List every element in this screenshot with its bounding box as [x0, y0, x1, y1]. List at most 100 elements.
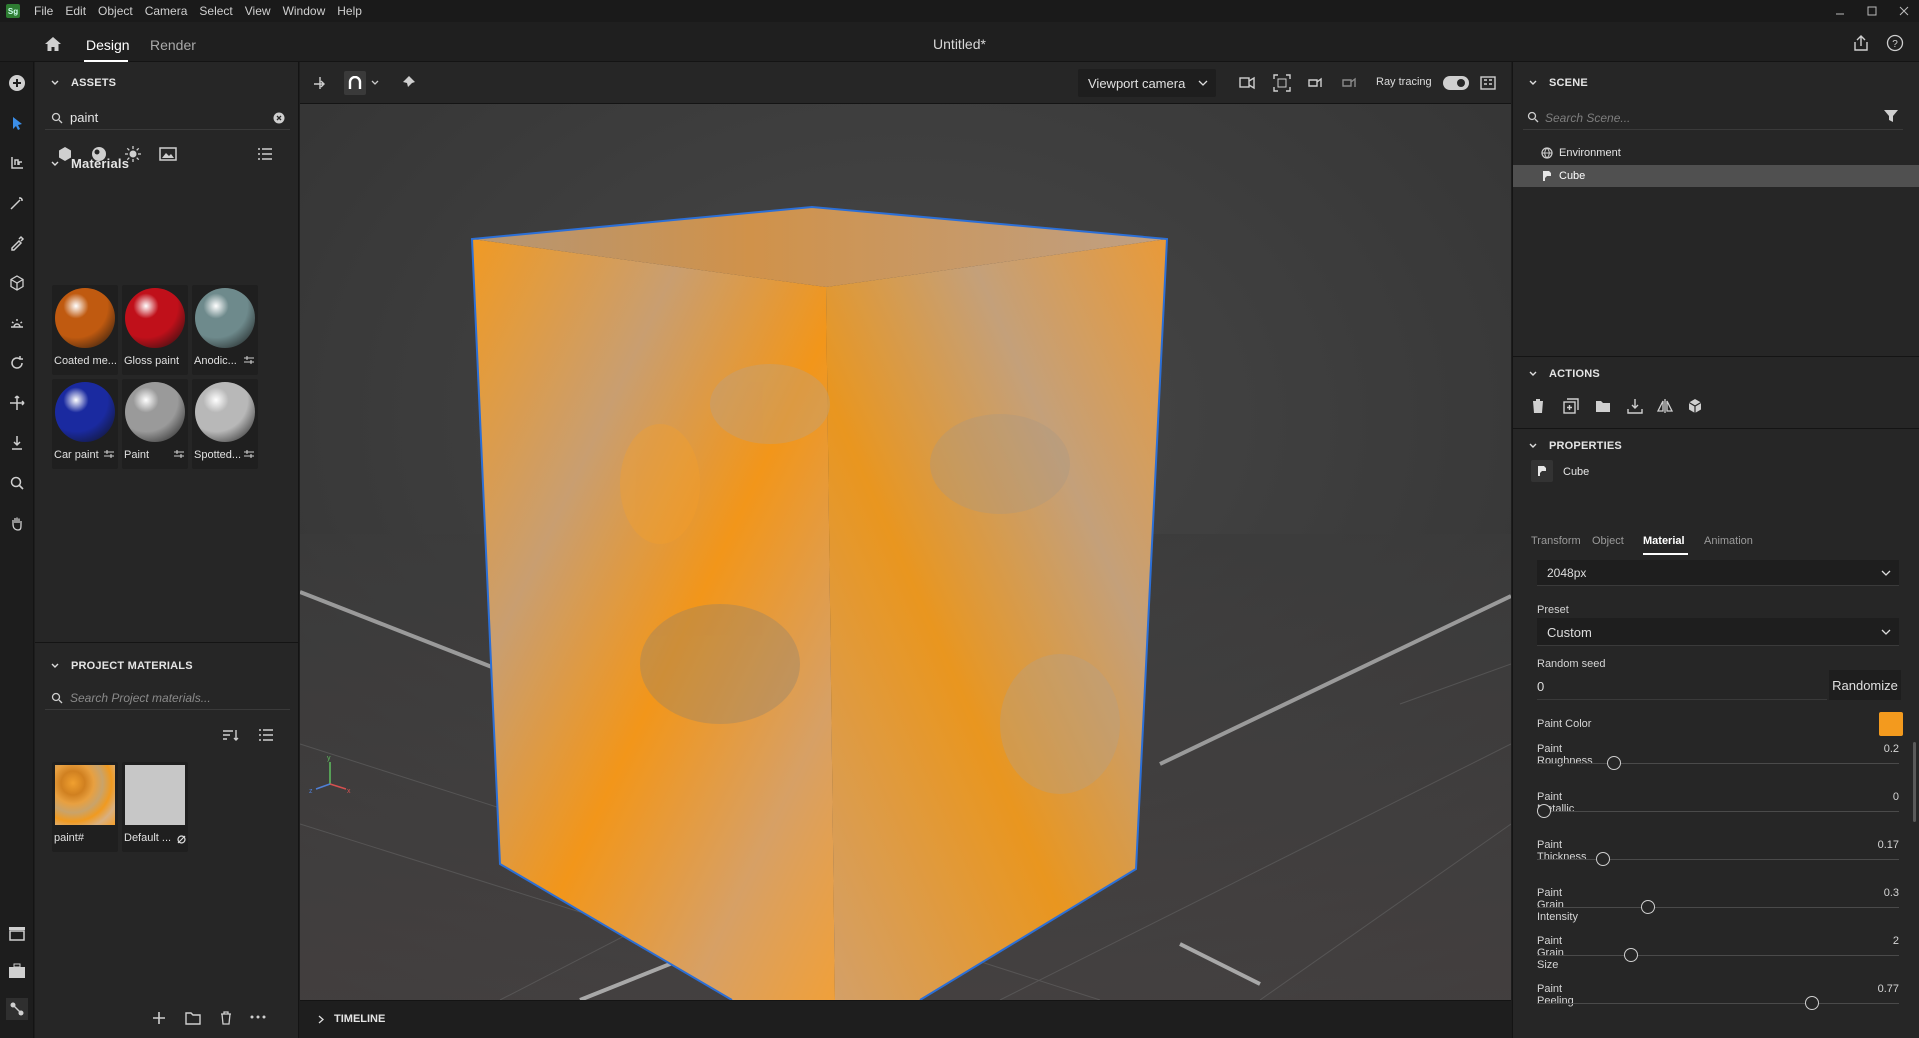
- mirror-icon[interactable]: [1657, 398, 1673, 414]
- slider-knob[interactable]: [1804, 996, 1819, 1010]
- menu-camera[interactable]: Camera: [139, 0, 194, 22]
- material-card[interactable]: Gloss paint: [122, 285, 188, 375]
- slider-value[interactable]: 2: [1859, 935, 1899, 947]
- scene-item-cube[interactable]: Cube: [1513, 165, 1919, 187]
- camera-select[interactable]: Viewport camera: [1078, 69, 1216, 97]
- drop-tool[interactable]: [6, 432, 28, 454]
- tab-object[interactable]: Object: [1592, 535, 1624, 547]
- material-card[interactable]: Spotted...: [192, 379, 258, 469]
- chevron-down-icon[interactable]: [1529, 442, 1537, 450]
- slider-track[interactable]: [1537, 1003, 1899, 1004]
- light-tool[interactable]: [6, 312, 28, 334]
- project-search-placeholder[interactable]: Search Project materials...: [70, 691, 211, 705]
- assets-search[interactable]: paint: [45, 106, 290, 130]
- slider-track[interactable]: [1537, 859, 1899, 860]
- rotate-tool[interactable]: [6, 352, 28, 374]
- slider-knob[interactable]: [1596, 852, 1611, 866]
- clear-search-icon[interactable]: [273, 112, 285, 124]
- material-card[interactable]: Paint: [122, 379, 188, 469]
- menu-edit[interactable]: Edit: [59, 0, 92, 22]
- eyedropper-tool[interactable]: [6, 232, 28, 254]
- export-icon[interactable]: [1627, 398, 1643, 414]
- scene-item-environment[interactable]: Environment: [1513, 142, 1919, 164]
- slider-value[interactable]: 0.3: [1859, 887, 1899, 899]
- project-materials-search[interactable]: Search Project materials...: [45, 686, 290, 710]
- camera-reset-icon[interactable]: [1340, 74, 1358, 92]
- slider-value[interactable]: 0.2: [1859, 743, 1899, 755]
- paint-color-swatch[interactable]: [1879, 712, 1903, 736]
- slider-track[interactable]: [1537, 907, 1899, 908]
- move-tool[interactable]: [6, 392, 28, 414]
- tab-transform[interactable]: Transform: [1531, 535, 1581, 547]
- slider-track[interactable]: [1537, 763, 1899, 764]
- filter-icon[interactable]: [1883, 108, 1899, 124]
- graph-tool[interactable]: [6, 998, 28, 1020]
- pin-icon[interactable]: [400, 75, 416, 91]
- materials-chevron-icon[interactable]: [51, 160, 59, 168]
- assets-search-input[interactable]: paint: [70, 110, 98, 125]
- properties-scrollbar[interactable]: [1913, 742, 1916, 822]
- slider-value[interactable]: 0.17: [1859, 839, 1899, 851]
- chevron-down-icon[interactable]: [1529, 79, 1537, 87]
- add-tool[interactable]: [6, 72, 28, 94]
- scene-search[interactable]: Search Scene...: [1523, 106, 1903, 130]
- slider-knob[interactable]: [1606, 756, 1621, 770]
- chevron-down-icon[interactable]: [1529, 370, 1537, 378]
- magic-wand-tool[interactable]: [6, 192, 28, 214]
- options-icon[interactable]: [244, 356, 254, 364]
- select-tool[interactable]: [6, 112, 28, 134]
- resolution-select[interactable]: 2048px: [1537, 560, 1899, 586]
- transform-gizmo-icon[interactable]: [312, 75, 330, 91]
- list-view-icon[interactable]: [257, 146, 273, 162]
- add-icon[interactable]: [152, 1011, 166, 1025]
- tab-animation[interactable]: Animation: [1704, 535, 1753, 547]
- menu-select[interactable]: Select: [193, 0, 238, 22]
- duplicate-icon[interactable]: [1563, 398, 1579, 414]
- material-card[interactable]: Car paint: [52, 379, 118, 469]
- images-filter-icon[interactable]: [159, 146, 177, 162]
- snap-toggle[interactable]: [344, 71, 366, 95]
- options-icon[interactable]: [174, 450, 184, 458]
- options-icon[interactable]: [244, 450, 254, 458]
- project-material-paint[interactable]: paint#: [52, 762, 118, 852]
- menu-file[interactable]: File: [28, 0, 59, 22]
- slider-track[interactable]: [1537, 955, 1899, 956]
- menu-help[interactable]: Help: [331, 0, 368, 22]
- trash-icon[interactable]: [1531, 398, 1545, 414]
- more-icon[interactable]: [250, 1014, 266, 1020]
- library-tool[interactable]: [6, 922, 28, 944]
- help-icon[interactable]: ?: [1886, 34, 1904, 52]
- place-tool[interactable]: [6, 152, 28, 174]
- slider-value[interactable]: 0.77: [1859, 983, 1899, 995]
- slider-knob[interactable]: [1537, 804, 1551, 818]
- slider-value[interactable]: 0: [1859, 791, 1899, 803]
- object-tool[interactable]: [6, 272, 28, 294]
- material-card[interactable]: Coated me...: [52, 285, 118, 375]
- ray-tracing-toggle[interactable]: [1443, 76, 1469, 90]
- 3d-viewport[interactable]: y x z: [300, 104, 1511, 1000]
- render-settings-icon[interactable]: [1480, 74, 1498, 92]
- frame-selection-icon[interactable]: [1273, 74, 1291, 92]
- options-icon[interactable]: [104, 450, 114, 458]
- slider-track[interactable]: [1537, 811, 1899, 812]
- scene-search-placeholder[interactable]: Search Scene...: [1545, 111, 1630, 125]
- zoom-tool[interactable]: [6, 472, 28, 494]
- chevron-down-icon[interactable]: [371, 80, 379, 86]
- sort-icon[interactable]: [222, 728, 240, 742]
- minimize-icon[interactable]: [1835, 6, 1845, 16]
- randomize-button[interactable]: Randomize: [1829, 670, 1901, 700]
- share-icon[interactable]: [1852, 34, 1870, 52]
- material-card[interactable]: Anodic...: [192, 285, 258, 375]
- random-seed-input[interactable]: 0: [1537, 672, 1827, 700]
- folder-icon[interactable]: [185, 1011, 201, 1025]
- trash-icon[interactable]: [219, 1011, 233, 1025]
- toolbox-tool[interactable]: [6, 960, 28, 982]
- chevron-right-icon[interactable]: [318, 1015, 324, 1024]
- slider-knob[interactable]: [1624, 948, 1638, 962]
- chevron-down-icon[interactable]: [51, 79, 59, 87]
- chevron-down-icon[interactable]: [51, 662, 59, 670]
- menu-view[interactable]: View: [239, 0, 277, 22]
- preset-select[interactable]: Custom: [1537, 618, 1899, 646]
- cube-icon[interactable]: [1687, 398, 1703, 414]
- list-view-icon[interactable]: [258, 728, 274, 742]
